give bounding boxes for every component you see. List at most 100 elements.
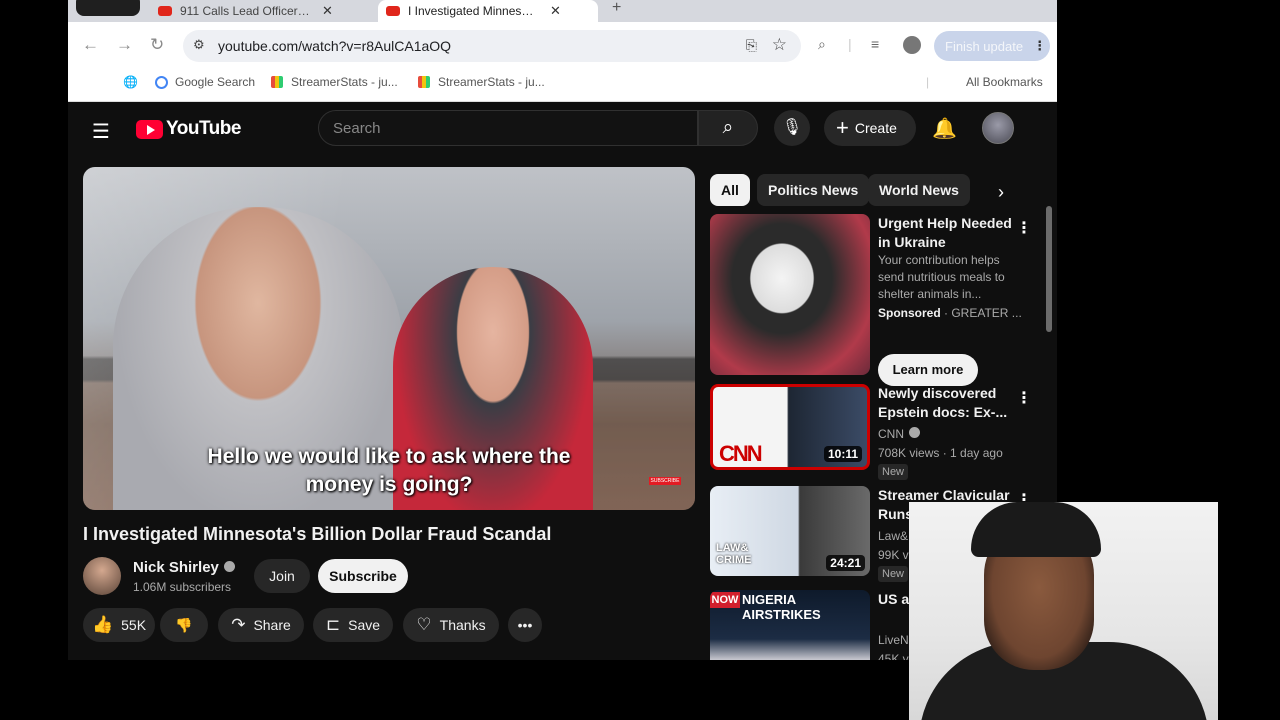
rec-thumbnail[interactable]: LAW& CRIME 24:21 — [710, 486, 870, 576]
mic-icon: 🎙 — [781, 119, 803, 136]
heart-dollar-icon: ♡ — [416, 615, 432, 634]
share-label: Share — [253, 617, 291, 633]
advertiser-label: · GREATER ... — [944, 306, 1022, 320]
more-actions-button[interactable]: ••• — [508, 608, 542, 642]
close-icon[interactable]: ✕ — [550, 3, 561, 19]
chip-world-news[interactable]: World News — [868, 174, 970, 206]
rec-thumbnail[interactable] — [710, 214, 870, 375]
rec-channel[interactable]: Law& — [878, 529, 908, 543]
streamerstats-icon — [418, 76, 430, 88]
video-caption: Hello we would like to ask where the mon… — [83, 443, 695, 499]
subscribe-button[interactable]: Subscribe — [318, 559, 408, 593]
bookmark-streamerstats-2[interactable]: StreamerStats - ju... — [418, 75, 545, 89]
share-button[interactable]: ↷ Share — [218, 608, 304, 642]
like-button[interactable]: 👍 55K — [83, 608, 155, 642]
save-label: Save — [348, 617, 381, 633]
thumbs-up-icon: 👍 — [91, 615, 114, 634]
globe-icon[interactable]: 🌐 — [123, 75, 138, 89]
new-tab-button[interactable]: + — [612, 0, 621, 17]
rec-channel[interactable]: CNN — [878, 427, 920, 441]
streamerstats-icon — [271, 76, 283, 88]
subscribe-watermark[interactable]: SUBSCRIBE — [649, 477, 681, 485]
youtube-favicon-icon — [158, 6, 172, 16]
video-duration: 10:11 — [823, 446, 862, 462]
chevron-right-icon[interactable]: › — [998, 182, 1004, 203]
dislike-button[interactable]: 👎 — [160, 608, 208, 642]
close-icon[interactable]: ✕ — [322, 3, 333, 19]
forward-icon[interactable]: → — [116, 35, 133, 55]
plus-icon: + — [836, 115, 849, 140]
more-vert-icon[interactable]: ⋮ — [1016, 388, 1032, 408]
pinned-tab[interactable] — [76, 0, 140, 16]
video-duration: 24:21 — [826, 555, 865, 571]
youtube-wordmark: YouTube — [166, 118, 241, 139]
rec-thumbnail[interactable]: CNN 10:11 — [710, 384, 870, 470]
thanks-button[interactable]: ♡ Thanks — [403, 608, 499, 642]
streamer-webcam-overlay — [909, 502, 1218, 720]
voice-search-button[interactable]: 🎙 — [774, 110, 810, 146]
new-badge: New — [878, 566, 909, 582]
bookmarks-bar: 🌐 Google Search StreamerStats - ju... St… — [68, 68, 1057, 102]
now-badge: NOW — [710, 592, 740, 608]
create-button[interactable]: + Create — [824, 110, 916, 146]
channel-name[interactable]: Nick Shirley — [133, 559, 235, 576]
tab-label: 911 Calls Lead Officers into T — [180, 4, 310, 18]
tab-minnesota-fraud[interactable]: I Investigated Minnesota's Bil ✕ — [378, 0, 598, 22]
bookmark-icon: ⊏ — [325, 615, 341, 634]
channel-avatar[interactable] — [83, 557, 121, 595]
verified-icon — [223, 561, 235, 572]
toolbar-divider: | — [848, 36, 852, 52]
reload-icon[interactable]: ↻ — [150, 35, 164, 55]
google-lens-icon[interactable]: ⌕ — [818, 36, 826, 53]
caption-line-1: Hello we would like to ask where the — [207, 445, 571, 468]
page-scrollbar[interactable] — [1046, 206, 1052, 332]
more-vert-icon[interactable]: ⋮ — [1033, 38, 1046, 54]
more-horiz-icon: ••• — [517, 617, 533, 633]
bookmark-streamerstats-1[interactable]: StreamerStats - ju... — [271, 75, 398, 89]
youtube-favicon-icon — [386, 6, 400, 16]
webcam-person-cap — [971, 502, 1101, 557]
rec-thumbnail[interactable]: NOW NIGERIA AIRSTRIKES — [710, 590, 870, 660]
site-settings-icon[interactable]: ⚙ — [193, 37, 205, 53]
share-icon: ↷ — [231, 615, 246, 634]
more-vert-icon[interactable]: ⋮ — [1016, 218, 1032, 238]
account-avatar[interactable] — [982, 112, 1014, 144]
like-count: 55K — [121, 617, 147, 633]
search-icon: ⌕ — [722, 117, 734, 138]
all-bookmarks[interactable]: All Bookmarks — [966, 75, 1043, 89]
bookmark-label: StreamerStats - ju... — [291, 75, 398, 89]
learn-more-button[interactable]: Learn more — [878, 354, 978, 386]
rec-description: Your contribution helps send nutritious … — [878, 253, 1005, 301]
youtube-logo[interactable]: YouTube — [136, 118, 241, 140]
rec-title[interactable]: Newly discovered Epstein docs: Ex-... — [878, 384, 1013, 422]
bookmark-google-search[interactable]: Google Search — [155, 75, 255, 89]
subscriber-count: 1.06M subscribers — [133, 580, 232, 594]
join-button[interactable]: Join — [254, 559, 310, 593]
notifications-bell-icon[interactable]: 🔔 — [932, 116, 957, 141]
address-bar[interactable]: ⚙ youtube.com/watch?v=r8AulCA1aOQ ⎘ ☆ — [183, 30, 801, 62]
sponsored-label: Sponsored — [878, 306, 941, 320]
search-input[interactable]: Search — [318, 110, 698, 146]
chip-politics-news[interactable]: Politics News — [757, 174, 870, 206]
finish-update-button[interactable]: Finish update ⋮ — [934, 31, 1050, 61]
rec-title[interactable]: Urgent Help Needed in Ukraine — [878, 214, 1013, 252]
browser-toolbar: ← → ↻ ⚙ youtube.com/watch?v=r8AulCA1aOQ … — [68, 22, 1057, 68]
search-button[interactable]: ⌕ — [698, 110, 758, 146]
lawcrime-logo: LAW& CRIME — [716, 542, 752, 566]
channel-name-text: CNN — [878, 427, 904, 441]
rec-meta: 99K vi — [878, 548, 912, 562]
bookmark-label: Google Search — [175, 75, 256, 89]
profile-avatar[interactable] — [903, 36, 921, 54]
back-icon[interactable]: ← — [82, 35, 99, 55]
rec-meta: 708K views · 1 day ago — [878, 446, 1003, 460]
media-controls-icon[interactable]: ≡ — [871, 36, 879, 52]
hamburger-menu-icon[interactable]: ☰ — [92, 119, 110, 144]
caption-line-2: money is going? — [305, 473, 473, 496]
install-app-icon[interactable]: ⎘ — [746, 37, 757, 54]
save-button[interactable]: ⊏ Save — [313, 608, 393, 642]
video-player[interactable]: Hello we would like to ask where the mon… — [83, 167, 695, 510]
tab-911-calls[interactable]: 911 Calls Lead Officers into T ✕ — [156, 0, 370, 22]
bookmark-star-icon[interactable]: ☆ — [772, 35, 787, 55]
rec-channel[interactable]: LiveN — [878, 633, 909, 647]
chip-all[interactable]: All — [710, 174, 750, 206]
